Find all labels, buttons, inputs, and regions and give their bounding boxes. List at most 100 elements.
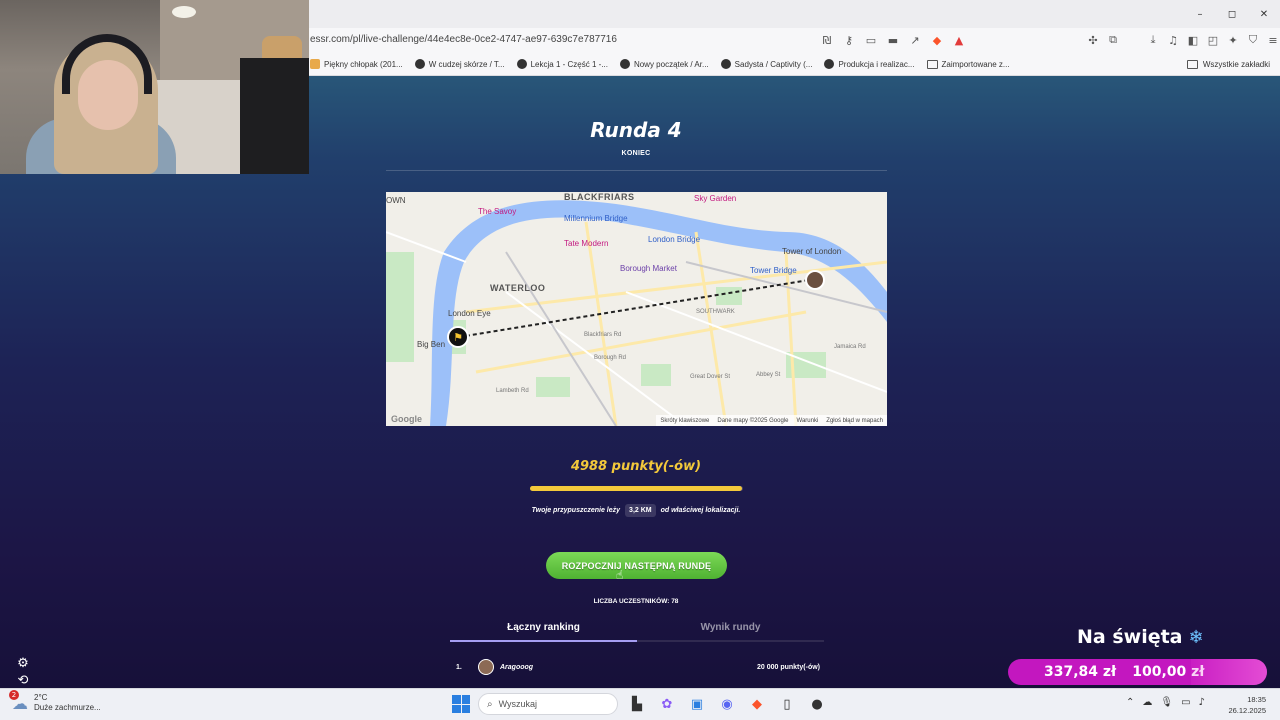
map-label-borough-market: Borough Market (620, 264, 677, 273)
bookmark-item[interactable]: W cudzej skórze / T... (414, 56, 505, 72)
map-label-london-eye: London Eye (448, 309, 491, 318)
clock[interactable]: 18:35 26.12.2025 (1228, 694, 1266, 716)
bookmark-label: W cudzej skórze / T... (428, 59, 505, 69)
tab-round-result[interactable]: Wynik rundy (637, 620, 824, 642)
store-icon[interactable]: ▣ (686, 693, 708, 715)
rank-number: 1. (456, 663, 462, 671)
map-label-lambeth-rd: Lambeth Rd (496, 388, 529, 394)
share-icon[interactable]: ↗ (906, 31, 924, 49)
extensions-icon[interactable]: ✣ (1084, 31, 1102, 49)
chevron-up-icon[interactable]: ⌃ (1126, 697, 1134, 708)
tab-total-ranking[interactable]: Łączny ranking (450, 620, 637, 642)
key-icon[interactable]: ⚷ (840, 31, 858, 49)
distance-badge: 3,2 KM (625, 504, 656, 517)
weather-text: 2°C Duże zachmurze... (34, 693, 101, 713)
bookmark-favicon-icon (720, 59, 731, 69)
avatar (478, 659, 494, 675)
map-label-blackfriars: BLACKFRIARS (564, 192, 635, 202)
map-label-blackfriars-rd: Blackfriars Rd (584, 332, 622, 338)
weather-widget[interactable]: ☁ 2 2°C Duże zachmurze... (9, 689, 101, 713)
vpn-icon[interactable]: ⛉ (1244, 31, 1262, 49)
discord-icon[interactable]: ◉ (716, 693, 738, 715)
spacer-icon (1124, 31, 1142, 49)
network-icon[interactable]: ▭ (1181, 697, 1190, 708)
bookmark-favicon-icon (414, 59, 425, 69)
player-name: Aragooog (500, 663, 534, 671)
bookmark-item[interactable]: Sadysta / Captivity (... (720, 56, 813, 72)
download-icon[interactable]: ⤓ (1144, 31, 1162, 49)
guess-prefix: Twoje przypuszczenie leży (531, 507, 621, 514)
bookmark-favicon-icon (619, 59, 630, 69)
obs-icon[interactable]: ● (806, 693, 828, 715)
bookmark-item[interactable]: Piękny chłopak (201... (310, 56, 403, 72)
url-field[interactable]: essr.com/pl/live-challenge/44e4ec8e-0ce2… (310, 32, 617, 48)
card-icon[interactable]: ▬ (884, 31, 902, 49)
round-status: KONIEC (621, 150, 651, 157)
bookmark-item[interactable]: Nowy początek / Ar... (619, 56, 709, 72)
bookmark-label: Sadysta / Captivity (... (734, 59, 813, 69)
bookmark-label: Lekcja 1 - Część 1 -... (530, 59, 608, 69)
round-title: Runda 4 (590, 118, 682, 142)
bookmark-label: Nowy początek / Ar... (633, 59, 709, 69)
next-round-button[interactable]: ROZPOCZNIJ NASTĘPNĄ RUNDĘ (546, 552, 727, 579)
close-button[interactable]: ✕ (1248, 0, 1280, 28)
media-icon[interactable]: ♫ (1164, 31, 1182, 49)
road (784, 251, 798, 426)
road (584, 221, 618, 426)
map-terms-link[interactable]: Warunki (797, 418, 819, 424)
volume-icon[interactable]: ♪ (1199, 697, 1205, 708)
map-shortcuts-link[interactable]: Skróty klawiszowe (660, 418, 709, 424)
participants-count: LICZBA UCZESTNIKÓW: 78 (593, 598, 679, 605)
bookmark-item[interactable]: Lekcja 1 - Część 1 -... (516, 56, 608, 72)
cast-icon[interactable]: ▭ (862, 31, 880, 49)
guess-suffix: od właściwej lokalizacji. (660, 507, 741, 514)
ranking-row: 1. Aragooog 20 000 punkty(-ów) (456, 656, 820, 678)
menu-icon[interactable]: ≡ (1264, 31, 1280, 49)
map-label-borough-rd: Borough Rd (594, 355, 627, 361)
brave-rewards-icon[interactable]: ▲ (950, 31, 968, 49)
all-bookmarks-button[interactable]: Wszystkie zakładki (1186, 56, 1270, 72)
cloud-sync-icon[interactable]: ☁ (1142, 697, 1152, 708)
webcam-headset (62, 34, 152, 94)
task-view-icon[interactable]: ▙ (626, 693, 648, 715)
map-label-millennium-bridge: Millennium Bridge (564, 214, 628, 223)
microphone-icon[interactable]: 🎙 (1160, 697, 1173, 708)
settings-gear-icon[interactable]: ⚙ (14, 654, 32, 672)
guess-avatar-marker (805, 270, 825, 290)
window-controls: – ◻ ✕ (1184, 0, 1280, 28)
leo-ai-icon[interactable]: ✦ (1224, 31, 1242, 49)
map-label-london-bridge: London Bridge (648, 235, 701, 244)
search-placeholder: Wyszukaj (498, 699, 538, 709)
ranking-tabs: Łączny ranking Wynik rundy (450, 620, 824, 642)
map-label-own: OWN (386, 196, 406, 205)
maximize-button[interactable]: ◻ (1216, 0, 1248, 28)
round-points: 4988 punkty(-ów) (570, 459, 702, 474)
result-map[interactable]: OWN BLACKFRIARS The Savoy Millennium Bri… (386, 192, 887, 426)
copilot-icon[interactable]: ✿ (656, 693, 678, 715)
bookmark-folder[interactable]: Zaimportowane z... (926, 56, 1010, 72)
brave-browser-icon[interactable]: ◆ (746, 693, 768, 715)
weather-description: Duże zachmurze... (34, 703, 101, 712)
minimize-button[interactable]: – (1184, 0, 1216, 28)
map-label-abbey-st: Abbey St (756, 372, 781, 378)
taskbar-search[interactable]: ⌕ Wyszukaj (478, 693, 618, 715)
donation-fade (1191, 659, 1267, 685)
wallet-icon[interactable]: ◰ (1204, 31, 1222, 49)
share-screen-icon[interactable]: ⟲ (14, 671, 32, 689)
donation-label: Na święta ❄ (1077, 626, 1204, 648)
cloud-icon: ☁ 2 (9, 689, 28, 713)
tab-search-icon[interactable]: ⧉ (1104, 31, 1122, 49)
bookmark-favicon-icon (824, 59, 835, 69)
brave-shields-icon[interactable]: ◆ (928, 31, 946, 49)
notepad-icon[interactable]: ▯ (776, 693, 798, 715)
map-label-tate-modern: Tate Modern (564, 239, 609, 248)
map-label-southwark: SOUTHWARK (696, 309, 735, 315)
windows-start-icon[interactable] (452, 695, 470, 713)
map-report-link[interactable]: Zgłoś błąd w mapach (826, 418, 883, 424)
sidebar-icon[interactable]: ◧ (1184, 31, 1202, 49)
reader-mode-icon[interactable]: ₪ (818, 31, 836, 49)
park-area (641, 364, 671, 386)
bookmark-item[interactable]: Produkcja i realizac... (824, 56, 915, 72)
webcam-shelf (240, 58, 309, 174)
webcam-lamp (172, 6, 196, 18)
